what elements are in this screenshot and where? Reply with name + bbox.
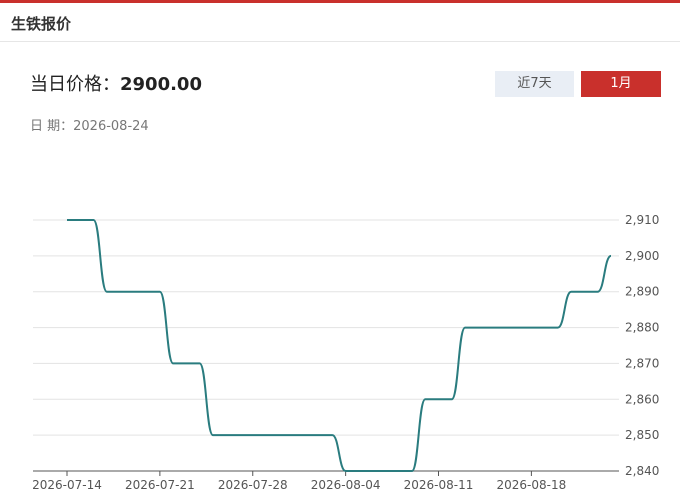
data-point bbox=[317, 433, 321, 437]
y-tick-label: 2,850 bbox=[625, 428, 659, 442]
data-point bbox=[463, 326, 467, 330]
data-point bbox=[105, 290, 109, 294]
data-point bbox=[516, 326, 520, 330]
x-tick-label: 2026-07-14 bbox=[32, 478, 102, 492]
data-point bbox=[370, 469, 374, 473]
data-point bbox=[131, 290, 135, 294]
data-point bbox=[78, 218, 82, 222]
data-point bbox=[609, 254, 613, 258]
data-point bbox=[171, 361, 175, 365]
data-point bbox=[410, 469, 414, 473]
data-point bbox=[423, 397, 427, 401]
x-tick-label: 2026-07-21 bbox=[125, 478, 195, 492]
data-point bbox=[184, 361, 188, 365]
y-tick-label: 2,900 bbox=[625, 249, 659, 263]
data-point bbox=[543, 326, 547, 330]
data-point bbox=[357, 469, 361, 473]
data-point bbox=[304, 433, 308, 437]
data-point bbox=[65, 218, 69, 222]
data-point bbox=[556, 326, 560, 330]
y-tick-label: 2,860 bbox=[625, 392, 659, 406]
data-point bbox=[529, 326, 533, 330]
data-point bbox=[198, 361, 202, 365]
data-point bbox=[277, 433, 281, 437]
data-point bbox=[383, 469, 387, 473]
data-point bbox=[503, 326, 507, 330]
data-point bbox=[224, 433, 228, 437]
y-tick-label: 2,910 bbox=[625, 213, 659, 227]
y-tick-label: 2,840 bbox=[625, 464, 659, 478]
data-point bbox=[211, 433, 215, 437]
data-point bbox=[145, 290, 149, 294]
data-point bbox=[490, 326, 494, 330]
price-line-chart: 2,840 2,850 2,860 2,870 2,880 2,890 2,900 2,910… bbox=[32, 213, 659, 492]
y-tick-label: 2,890 bbox=[625, 285, 659, 299]
data-point bbox=[92, 218, 96, 222]
data-point bbox=[397, 469, 401, 473]
x-tick-label: 2026-07-28 bbox=[218, 478, 288, 492]
data-point bbox=[596, 290, 600, 294]
data-point bbox=[251, 433, 255, 437]
x-tick-label: 2026-08-18 bbox=[497, 478, 567, 492]
x-tick-label: 2026-08-11 bbox=[404, 478, 474, 492]
data-point bbox=[476, 326, 480, 330]
data-point bbox=[450, 397, 454, 401]
data-point bbox=[264, 433, 268, 437]
data-point bbox=[118, 290, 122, 294]
data-point bbox=[291, 433, 295, 437]
data-point bbox=[237, 433, 241, 437]
x-tick-label: 2026-08-04 bbox=[311, 478, 381, 492]
y-tick-label: 2,870 bbox=[625, 356, 659, 370]
data-point bbox=[330, 433, 334, 437]
data-point bbox=[158, 290, 162, 294]
data-point bbox=[437, 397, 441, 401]
y-tick-label: 2,880 bbox=[625, 321, 659, 335]
data-point bbox=[569, 290, 573, 294]
price-series-line bbox=[67, 219, 612, 472]
data-point bbox=[344, 469, 348, 473]
data-point bbox=[582, 290, 586, 294]
